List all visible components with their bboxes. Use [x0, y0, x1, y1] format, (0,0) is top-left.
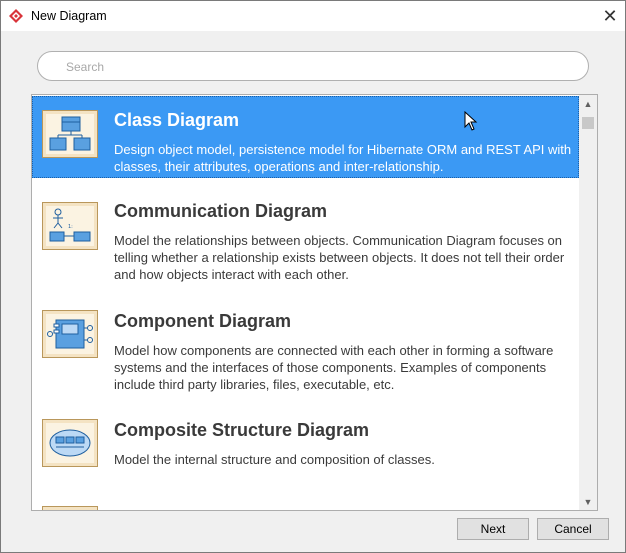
close-button[interactable]: ✕ [595, 1, 625, 31]
component-diagram-icon [42, 310, 98, 358]
svg-text:1:: 1: [68, 224, 73, 230]
title-bar: New Diagram ✕ [1, 1, 625, 31]
scroll-up-button[interactable]: ▲ [579, 95, 597, 112]
next-button[interactable]: Next [457, 518, 529, 540]
vertical-scrollbar[interactable]: ▲ ▼ [579, 95, 597, 510]
scroll-thumb[interactable] [582, 117, 594, 129]
composite-structure-diagram-icon [42, 419, 98, 467]
item-title: Component Diagram [114, 311, 292, 331]
item-title: Communication Diagram [114, 201, 328, 221]
next-item-thumbnail [42, 506, 98, 510]
cancel-button[interactable]: Cancel [537, 518, 609, 540]
item-description: Model the relationships between objects.… [114, 233, 565, 282]
search-input[interactable] [64, 57, 578, 77]
list-item-composite-structure-diagram[interactable]: Composite Structure Diagram Model the in… [32, 411, 579, 491]
mouse-pointer-icon [464, 111, 478, 131]
list-item-communication-diagram[interactable]: 1: Communication Diagram Model the relat… [32, 192, 579, 292]
item-description: Design object model, persistence model f… [114, 142, 572, 174]
item-title: Composite Structure Diagram [114, 420, 370, 440]
window-title: New Diagram [31, 9, 107, 23]
item-description: Model how components are connected with … [114, 343, 554, 392]
search-field[interactable] [37, 51, 589, 81]
diagram-type-list[interactable]: Class Diagram Design object model, persi… [31, 94, 598, 511]
new-diagram-dialog: New Diagram ✕ Search Class Diagram Desig… [0, 0, 626, 553]
app-logo-icon [9, 9, 23, 23]
item-title: Class Diagram [114, 110, 240, 130]
scroll-down-button[interactable]: ▼ [579, 493, 597, 510]
list-item-component-diagram[interactable]: Component Diagram Model how components a… [32, 302, 579, 402]
diagram-list-viewport: Class Diagram Design object model, persi… [32, 95, 579, 510]
close-icon: ✕ [602, 5, 618, 26]
class-diagram-icon [42, 110, 98, 158]
chevron-up-icon: ▲ [583, 98, 593, 109]
list-item-class-diagram[interactable]: Class Diagram Design object model, persi… [32, 96, 579, 178]
communication-diagram-icon: 1: [42, 202, 98, 250]
chevron-down-icon: ▼ [583, 496, 593, 507]
item-description: Model the internal structure and composi… [114, 452, 435, 467]
